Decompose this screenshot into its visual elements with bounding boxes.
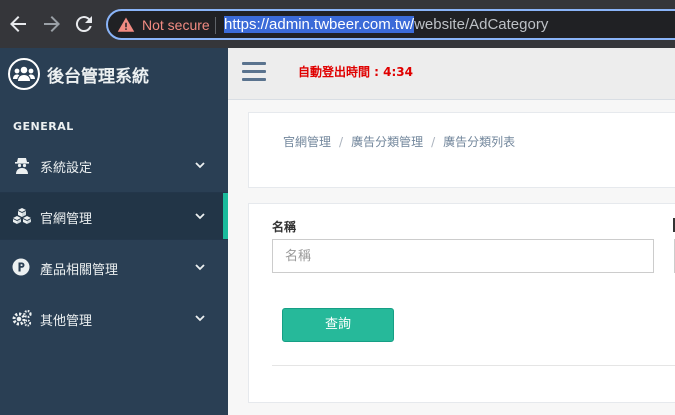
breadcrumb: 官網管理 / 廣告分類管理 / 廣告分類列表 [283, 133, 515, 150]
name-field-label: 名稱 [272, 220, 297, 234]
breadcrumb-item[interactable]: 廣告分類管理 [351, 135, 423, 149]
sidebar-item-other-management[interactable]: 其他管理 [0, 295, 228, 341]
breadcrumb-separator: / [431, 135, 436, 149]
breadcrumb-separator: / [339, 135, 344, 149]
url-selected: https://admin.twbeer.com.tw/ [224, 16, 415, 33]
back-button[interactable] [6, 12, 30, 36]
sidebar-item-label: 產品相關管理 [40, 263, 119, 278]
users-icon [8, 58, 40, 90]
chevron-down-icon [195, 213, 205, 220]
user-secret-icon [15, 158, 29, 174]
sidebar-item-label: 官網管理 [40, 212, 93, 227]
arrow-right-icon [44, 16, 60, 32]
chevron-down-icon [195, 162, 205, 169]
product-p-icon [12, 258, 30, 276]
breadcrumb-item[interactable]: 官網管理 [283, 135, 331, 149]
forward-button[interactable] [40, 12, 64, 36]
menu-toggle-icon[interactable] [242, 62, 266, 82]
reload-icon [75, 16, 92, 33]
brand[interactable]: 後台管理系統 [0, 48, 228, 100]
section-label: GENERAL [13, 120, 74, 133]
chevron-down-icon [195, 315, 205, 322]
chevron-down-icon [195, 264, 205, 271]
omnibox-separator [215, 17, 216, 34]
sidebar-item-product-management[interactable]: 產品相關管理 [0, 244, 228, 290]
top-nav: 自動登出時間 : 4:34 [228, 48, 675, 100]
warning-icon [117, 17, 135, 32]
sidebar-item-label: 系統設定 [40, 161, 93, 176]
search-form-panel: 名稱 查詢 [248, 203, 675, 403]
name-input[interactable] [272, 239, 654, 273]
arrow-left-icon [10, 16, 26, 32]
sidebar-item-label: 其他管理 [40, 314, 93, 329]
form-divider [272, 365, 675, 366]
brand-title: 後台管理系統 [47, 67, 149, 87]
breadcrumb-panel: 官網管理 / 廣告分類管理 / 廣告分類列表 [248, 112, 675, 188]
sidebar-item-website-management[interactable]: 官網管理 [0, 193, 228, 239]
url-path: website/AdCategory [414, 16, 549, 33]
reload-button[interactable] [72, 12, 96, 36]
address-bar[interactable]: Not secure https://admin.twbeer.com.tw/w… [106, 9, 675, 40]
browser-toolbar: Not secure https://admin.twbeer.com.tw/w… [0, 0, 675, 48]
url-text[interactable]: https://admin.twbeer.com.tw/website/AdCa… [224, 16, 548, 33]
gears-icon [12, 309, 32, 327]
auto-logout-timer: 自動登出時間 : 4:34 [298, 65, 414, 79]
sidebar-item-system-settings[interactable]: 系統設定 [0, 142, 228, 188]
security-status[interactable]: Not secure [142, 17, 210, 33]
cubes-icon [13, 208, 31, 224]
menu-divider [0, 239, 228, 240]
search-button[interactable]: 查詢 [282, 308, 394, 342]
breadcrumb-item: 廣告分類列表 [443, 135, 516, 149]
sidebar: 後台管理系統 GENERAL 系統設定 官網管理 產品相關管理 其他管理 [0, 48, 228, 415]
